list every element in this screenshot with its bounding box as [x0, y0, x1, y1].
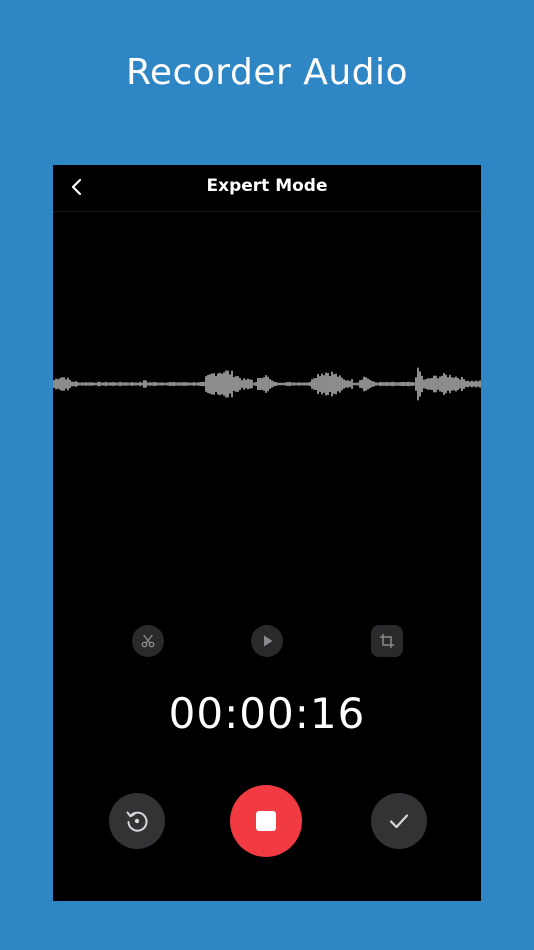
stop-icon — [256, 811, 276, 831]
app-screen: Expert Mode 00:00:16 — [53, 165, 481, 901]
play-button[interactable] — [251, 625, 283, 657]
done-button[interactable] — [371, 793, 427, 849]
restart-icon — [126, 811, 148, 832]
stop-record-button[interactable] — [230, 785, 302, 857]
recording-timer: 00:00:16 — [168, 689, 366, 738]
nav-bar: Expert Mode — [53, 165, 481, 212]
trim-button[interactable] — [132, 625, 164, 657]
headline: Recorder Audio — [125, 52, 409, 93]
scissors-icon — [141, 634, 155, 648]
audio-waveform — [53, 367, 481, 401]
crop-icon — [379, 633, 395, 649]
restart-button[interactable] — [109, 793, 165, 849]
crop-button[interactable] — [371, 625, 403, 657]
play-icon — [264, 635, 273, 647]
checkmark-icon — [389, 814, 409, 829]
edit-toolbar — [53, 625, 481, 659]
screen-title: Expert Mode — [206, 176, 328, 196]
